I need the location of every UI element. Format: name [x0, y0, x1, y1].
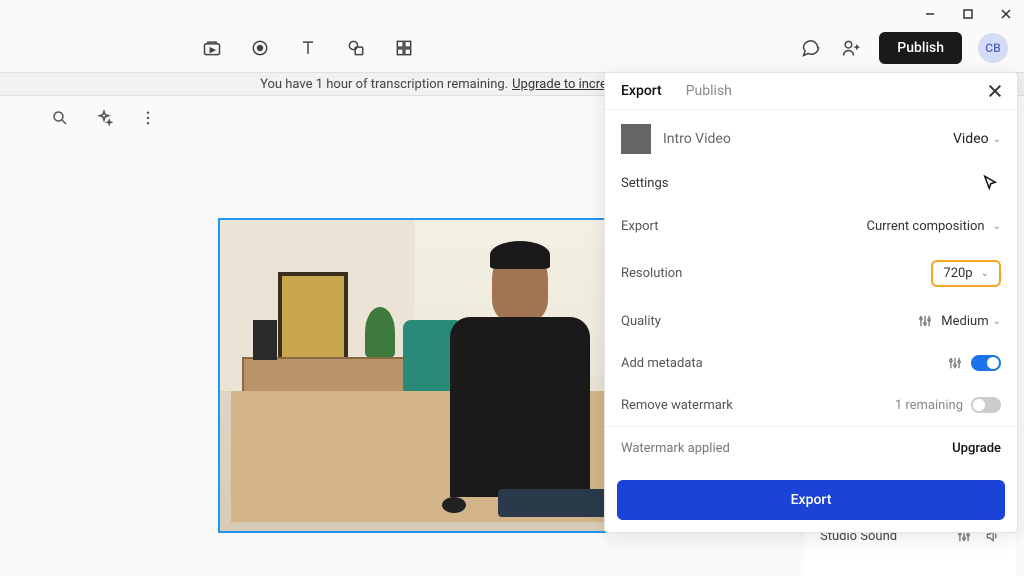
- window-maximize[interactable]: [958, 4, 978, 24]
- export-button[interactable]: Export: [617, 480, 1005, 520]
- watermark-remaining: 1 remaining: [895, 398, 963, 413]
- cursor-icon: [979, 172, 1001, 194]
- upgrade-link[interactable]: Upgrade: [952, 441, 1001, 456]
- export-scope-label: Export: [621, 219, 659, 234]
- remove-watermark-label: Remove watermark: [621, 398, 733, 413]
- export-panel: Export Publish Intro Video Video⌄ Settin…: [604, 72, 1018, 533]
- chevron-down-icon: ⌄: [981, 268, 989, 279]
- export-file-row: Intro Video Video⌄: [605, 110, 1017, 168]
- remove-watermark-row: Remove watermark 1 remaining: [605, 384, 1017, 426]
- watermark-toggle[interactable]: [971, 397, 1001, 413]
- settings-header: Settings: [621, 176, 668, 191]
- more-icon[interactable]: [136, 106, 160, 130]
- quality-label: Quality: [621, 314, 661, 329]
- chevron-down-icon: ⌄: [993, 134, 1001, 145]
- metadata-row: Add metadata: [605, 342, 1017, 384]
- templates-icon[interactable]: [392, 36, 416, 60]
- media-library-icon[interactable]: [200, 36, 224, 60]
- topbar-center-tools: [200, 36, 416, 60]
- add-user-icon[interactable]: [839, 36, 863, 60]
- quality-dropdown[interactable]: Medium⌄: [941, 314, 1001, 329]
- record-icon[interactable]: [248, 36, 272, 60]
- resolution-row: Resolution 720p⌄: [605, 247, 1017, 300]
- search-icon[interactable]: [48, 106, 72, 130]
- left-tools: [48, 106, 160, 130]
- window-close[interactable]: [996, 4, 1016, 24]
- metadata-label: Add metadata: [621, 356, 703, 371]
- topbar-right: Publish CB: [799, 32, 1008, 64]
- comment-icon[interactable]: [799, 36, 823, 60]
- export-panel-tabs: Export Publish: [605, 73, 1017, 110]
- export-scope-dropdown[interactable]: Current composition⌄: [867, 219, 1001, 234]
- metadata-toggle[interactable]: [971, 355, 1001, 371]
- quality-row: Quality Medium⌄: [605, 300, 1017, 342]
- resolution-dropdown[interactable]: 720p⌄: [931, 260, 1001, 287]
- sliders-icon[interactable]: [947, 355, 963, 371]
- window-minimize[interactable]: [920, 4, 940, 24]
- watermark-applied-label: Watermark applied: [621, 441, 730, 456]
- export-scope-row: Export Current composition⌄: [605, 206, 1017, 247]
- chevron-down-icon: ⌄: [993, 316, 1001, 327]
- file-type-dropdown[interactable]: Video⌄: [953, 131, 1001, 147]
- text-icon[interactable]: [296, 36, 320, 60]
- avatar[interactable]: CB: [978, 33, 1008, 63]
- watermark-applied-row: Watermark applied Upgrade: [605, 426, 1017, 470]
- close-icon[interactable]: [987, 83, 1003, 103]
- tab-publish[interactable]: Publish: [686, 83, 732, 99]
- publish-button[interactable]: Publish: [879, 32, 962, 64]
- file-thumbnail: [621, 124, 651, 154]
- shapes-icon[interactable]: [344, 36, 368, 60]
- window-controls: [920, 4, 1016, 24]
- resolution-label: Resolution: [621, 266, 682, 281]
- topbar: Publish CB: [0, 28, 1024, 68]
- file-name: Intro Video: [663, 131, 941, 147]
- tab-export[interactable]: Export: [621, 83, 662, 99]
- chevron-down-icon: ⌄: [993, 221, 1001, 232]
- sliders-icon[interactable]: [917, 313, 933, 329]
- banner-text: You have 1 hour of transcription remaini…: [260, 77, 508, 92]
- sparkle-icon[interactable]: [92, 106, 116, 130]
